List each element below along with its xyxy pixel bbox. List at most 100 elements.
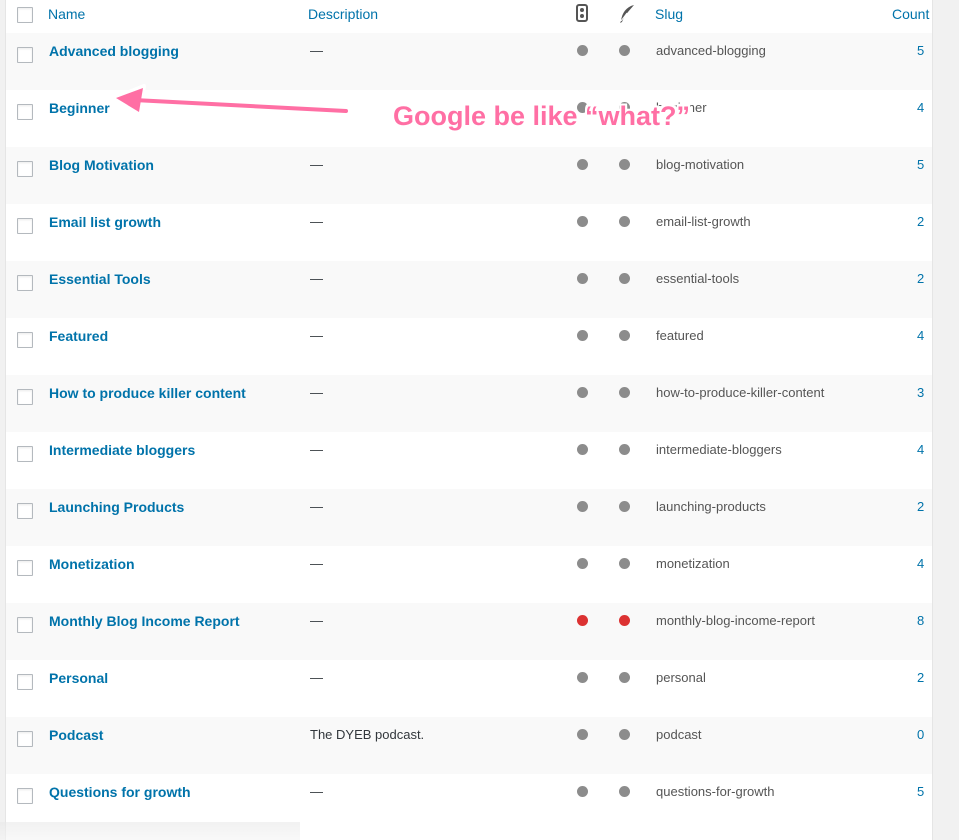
row-checkbox[interactable] (17, 389, 33, 405)
readability-score-dot (619, 45, 630, 56)
category-count-link[interactable]: 2 (917, 670, 924, 685)
table-row: Intermediate bloggers — intermediate-blogg… (6, 432, 932, 489)
category-count-link[interactable]: 5 (917, 157, 924, 172)
category-name-link[interactable]: Personal (49, 670, 108, 686)
readability-score-dot (619, 273, 630, 284)
category-slug: advanced-blogging (656, 43, 766, 58)
category-description: — (310, 613, 323, 628)
category-description: — (310, 670, 323, 685)
category-count-link[interactable]: 2 (917, 499, 924, 514)
readability-score-dot (619, 558, 630, 569)
scroll-shadow (0, 822, 300, 840)
category-description: The DYEB podcast. (310, 727, 425, 742)
readability-score-dot (619, 501, 630, 512)
seo-score-dot (577, 45, 588, 56)
category-count-link[interactable]: 4 (917, 328, 924, 343)
seo-score-dot (577, 786, 588, 797)
row-checkbox[interactable] (17, 788, 33, 804)
category-count-link[interactable]: 5 (917, 43, 924, 58)
category-count-link[interactable]: 4 (917, 442, 924, 457)
seo-score-dot (577, 672, 588, 683)
seo-score-dot (577, 159, 588, 170)
row-checkbox[interactable] (17, 446, 33, 462)
category-name-link[interactable]: Intermediate bloggers (49, 442, 195, 458)
table-row: Monthly Blog Income Report — monthly-blog-… (6, 603, 932, 660)
category-name-link[interactable]: Monetization (49, 556, 135, 572)
category-name-link[interactable]: Monthly Blog Income Report (49, 613, 240, 629)
seo-score-dot (577, 558, 588, 569)
category-name-link[interactable]: Advanced blogging (49, 43, 179, 59)
row-checkbox[interactable] (17, 617, 33, 633)
category-name-link[interactable]: Email list growth (49, 214, 161, 230)
readability-score-dot (619, 672, 630, 683)
category-description: — (310, 385, 323, 400)
category-count-link[interactable]: 3 (917, 385, 924, 400)
category-name-link[interactable]: Featured (49, 328, 108, 344)
seo-score-dot (577, 273, 588, 284)
category-count-link[interactable]: 2 (917, 271, 924, 286)
readability-score-dot (619, 729, 630, 740)
row-checkbox[interactable] (17, 275, 33, 291)
category-slug: monetization (656, 556, 730, 571)
select-all-checkbox[interactable] (17, 7, 33, 23)
category-slug: blog-motivation (656, 157, 745, 172)
category-description: — (310, 499, 323, 514)
row-checkbox[interactable] (17, 104, 33, 120)
category-count-link[interactable]: 2 (917, 214, 924, 229)
category-slug: intermediate-bloggers (656, 442, 782, 457)
feather-icon[interactable] (618, 4, 636, 24)
category-description: — (310, 328, 323, 343)
column-description-sort[interactable]: Description (308, 6, 378, 22)
category-name-link[interactable]: Beginner (49, 100, 110, 116)
readability-score-dot (619, 159, 630, 170)
table-row: Podcast The DYEB podcast. podcast 0 (6, 717, 932, 774)
seo-score-dot (577, 216, 588, 227)
table-row: Personal — personal 2 (6, 660, 932, 717)
row-checkbox[interactable] (17, 674, 33, 690)
readability-score-dot (619, 387, 630, 398)
category-slug: essential-tools (656, 271, 740, 286)
category-name-link[interactable]: Podcast (49, 727, 103, 743)
category-count-link[interactable]: 4 (917, 100, 924, 115)
category-slug: personal (656, 670, 706, 685)
category-description: — (310, 442, 323, 457)
category-description: — (310, 214, 323, 229)
column-name-sort[interactable]: Name (48, 6, 85, 22)
category-slug: email-list-growth (656, 214, 751, 229)
row-checkbox[interactable] (17, 332, 33, 348)
category-description: — (310, 556, 323, 571)
column-slug-sort[interactable]: Slug (655, 6, 683, 22)
category-name-link[interactable]: How to produce killer content (49, 385, 246, 401)
category-slug: how-to-produce-killer-content (656, 385, 825, 400)
category-name-link[interactable]: Launching Products (49, 499, 184, 515)
category-name-link[interactable]: Essential Tools (49, 271, 151, 287)
row-checkbox[interactable] (17, 731, 33, 747)
category-name-link[interactable]: Questions for growth (49, 784, 191, 800)
row-checkbox[interactable] (17, 560, 33, 576)
category-name-link[interactable]: Blog Motivation (49, 157, 154, 173)
seo-score-dot (577, 387, 588, 398)
row-checkbox[interactable] (17, 503, 33, 519)
readability-score-dot (619, 615, 630, 626)
category-slug: featured (656, 328, 704, 343)
seo-score-dot (577, 615, 588, 626)
row-checkbox[interactable] (17, 218, 33, 234)
annotation-arrow-icon (112, 84, 350, 116)
category-slug: monthly-blog-income-report (656, 613, 815, 628)
readability-score-dot (619, 444, 630, 455)
table-row: Launching Products — launching-products 2 (6, 489, 932, 546)
category-description: — (310, 43, 323, 58)
category-description: — (310, 271, 323, 286)
category-count-link[interactable]: 4 (917, 556, 924, 571)
category-count-link[interactable]: 0 (917, 727, 924, 742)
seo-traffic-light-icon[interactable] (576, 4, 588, 22)
category-count-link[interactable]: 5 (917, 784, 924, 799)
row-checkbox[interactable] (17, 161, 33, 177)
column-count-sort[interactable]: Count (892, 6, 932, 22)
category-count-link[interactable]: 8 (917, 613, 924, 628)
table-row: Email list growth — email-list-growth 2 (6, 204, 932, 261)
row-checkbox[interactable] (17, 47, 33, 63)
category-slug: podcast (656, 727, 702, 742)
readability-score-dot (619, 786, 630, 797)
table-row: Monetization — monetization 4 (6, 546, 932, 603)
